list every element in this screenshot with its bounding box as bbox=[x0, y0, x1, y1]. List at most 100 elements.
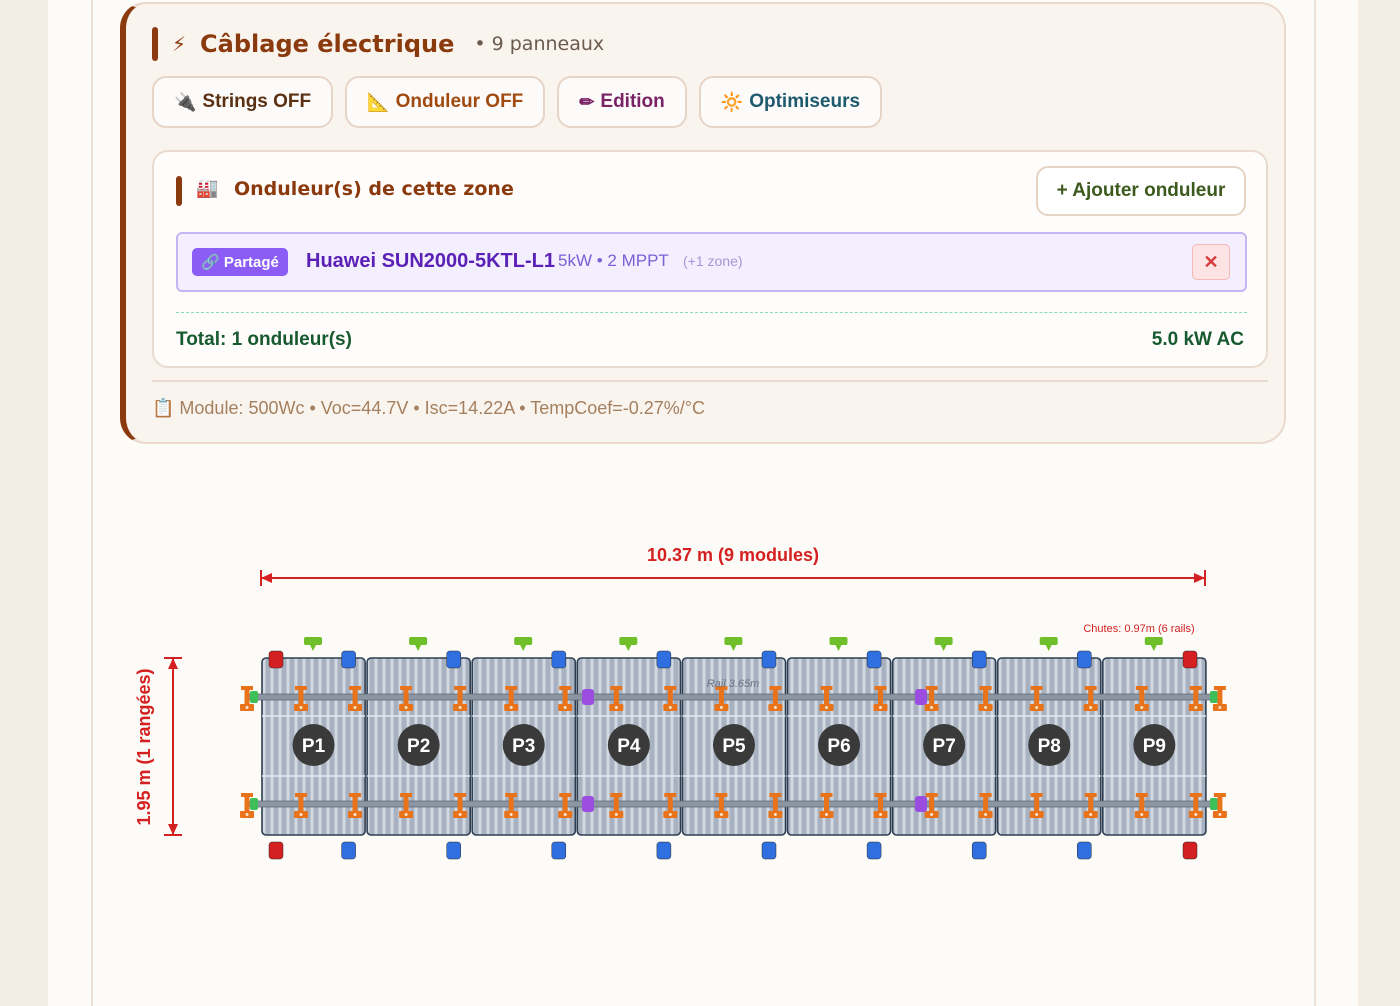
mid-clamp-marker bbox=[341, 841, 356, 860]
optimizer-marker-pointer bbox=[415, 645, 422, 651]
optimizer-marker-pointer bbox=[1045, 645, 1052, 651]
mid-clamp-marker bbox=[341, 650, 356, 669]
clamp-bolt bbox=[299, 813, 303, 816]
clamp-bolt bbox=[1194, 706, 1198, 709]
clamp-bolt bbox=[458, 706, 462, 709]
clamp-bolt bbox=[404, 706, 408, 709]
mid-clamp-marker bbox=[971, 650, 987, 669]
optimizer-marker bbox=[934, 637, 953, 651]
optimizer-marker-pointer bbox=[520, 645, 527, 651]
clamp-bolt bbox=[1218, 813, 1222, 816]
rail-end-cap bbox=[1209, 798, 1218, 810]
clamp-bolt bbox=[353, 706, 357, 709]
clamp-bolt bbox=[299, 706, 303, 709]
optimizer-marker-body bbox=[304, 637, 322, 645]
clamp-bolt bbox=[930, 813, 934, 816]
mid-clamp-marker bbox=[1077, 841, 1092, 860]
panel-layout-diagram: 10.37 m (9 modules) 1.95 m (1 rangées) C… bbox=[134, 545, 1227, 860]
mid-clamp-marker bbox=[866, 650, 882, 669]
optimizer-marker-pointer bbox=[835, 645, 842, 651]
clamp-bolt bbox=[509, 813, 513, 816]
solar-panel: P6 bbox=[786, 657, 892, 836]
panel-label: P5 bbox=[722, 736, 746, 757]
mid-clamp-marker bbox=[1077, 650, 1092, 669]
clamp-bolt bbox=[930, 706, 934, 709]
clamp-bolt bbox=[719, 813, 723, 816]
clamp-bolt bbox=[1089, 813, 1093, 816]
chutes-label: Chutes: 0.97m (6 rails) bbox=[1083, 623, 1194, 635]
mid-clamp-marker bbox=[446, 841, 461, 860]
end-clamp-marker bbox=[1182, 650, 1198, 669]
mid-clamp-marker bbox=[551, 650, 567, 669]
clamp-bolt bbox=[245, 706, 249, 709]
optimizer-marker-body bbox=[934, 637, 953, 645]
mid-clamp-marker bbox=[761, 650, 777, 669]
clamp-bolt bbox=[825, 706, 828, 709]
clamp-bolt bbox=[984, 706, 988, 709]
clamp-bolt bbox=[1140, 813, 1144, 816]
solar-panel: P2 bbox=[366, 657, 472, 836]
rail-splice bbox=[582, 689, 594, 705]
clamp-bolt bbox=[1218, 706, 1222, 709]
optimizer-marker-pointer bbox=[310, 645, 316, 651]
solar-panel: P1 bbox=[261, 657, 366, 836]
height-arrow-top bbox=[168, 658, 178, 669]
clamp-bolt bbox=[825, 813, 828, 816]
clamp-bolt bbox=[614, 706, 618, 709]
optimizer-marker-pointer bbox=[730, 645, 737, 651]
clamp-bolt bbox=[719, 706, 723, 709]
optimizer-marker bbox=[724, 637, 743, 651]
optimizer-marker-body bbox=[724, 637, 743, 645]
optimizer-marker bbox=[1039, 637, 1058, 651]
solar-panel: P9 bbox=[1102, 657, 1207, 836]
width-dimension-label: 10.37 m (9 modules) bbox=[647, 545, 819, 565]
mounting-rail bbox=[248, 800, 1220, 808]
panel-label: P3 bbox=[512, 736, 535, 757]
optimizer-marker-body bbox=[514, 637, 533, 645]
mid-clamp-marker bbox=[761, 841, 777, 860]
mounting-rail bbox=[248, 693, 1220, 701]
optimizer-marker bbox=[1144, 637, 1163, 651]
rail-end-cap bbox=[250, 798, 258, 810]
optimizer-marker bbox=[304, 637, 322, 651]
end-clamp-marker bbox=[268, 841, 284, 860]
clamp-bolt bbox=[879, 813, 882, 816]
clamp-bolt bbox=[353, 813, 357, 816]
clamp-bolt bbox=[458, 813, 462, 816]
optimizer-marker-body bbox=[1144, 637, 1163, 645]
optimizer-marker-pointer bbox=[625, 645, 632, 651]
panel-label: P1 bbox=[302, 736, 326, 757]
clamp-bolt bbox=[404, 813, 408, 816]
height-arrow-bottom bbox=[168, 824, 178, 835]
clamp-bolt bbox=[1089, 706, 1093, 709]
clamp-bolt bbox=[563, 813, 567, 816]
clamp-bolt bbox=[245, 813, 249, 816]
clamp-bolt bbox=[773, 813, 777, 816]
rail-end-cap bbox=[250, 691, 258, 703]
rail-splice bbox=[915, 689, 927, 705]
clamp-bolt bbox=[984, 813, 988, 816]
optimizer-marker-pointer bbox=[940, 645, 947, 651]
end-clamp-marker bbox=[268, 650, 284, 669]
clamp-bolt bbox=[773, 706, 777, 709]
mid-clamp-marker bbox=[971, 841, 987, 860]
optimizer-marker bbox=[409, 637, 428, 651]
clamp-bolt bbox=[1035, 813, 1039, 816]
optimizer-marker-body bbox=[829, 637, 848, 645]
rail-length-label: Rail 3.65m bbox=[707, 678, 760, 690]
panel-label: P9 bbox=[1143, 736, 1166, 757]
clamp-bolt bbox=[1194, 813, 1198, 816]
width-arrow-left bbox=[261, 573, 272, 583]
optimizer-marker bbox=[829, 637, 848, 651]
solar-panel: P7 bbox=[891, 657, 997, 836]
optimizer-marker bbox=[619, 637, 638, 651]
rail-splice bbox=[582, 796, 594, 812]
panel-label: P2 bbox=[407, 736, 430, 757]
clamp-bolt bbox=[668, 813, 672, 816]
clamp-bolt bbox=[1035, 706, 1039, 709]
optimizer-marker-pointer bbox=[1150, 645, 1157, 651]
clamp-bolt bbox=[563, 706, 567, 709]
panel-label: P8 bbox=[1038, 736, 1061, 757]
clamp-bolt bbox=[614, 813, 618, 816]
optimizer-marker-body bbox=[619, 637, 638, 645]
